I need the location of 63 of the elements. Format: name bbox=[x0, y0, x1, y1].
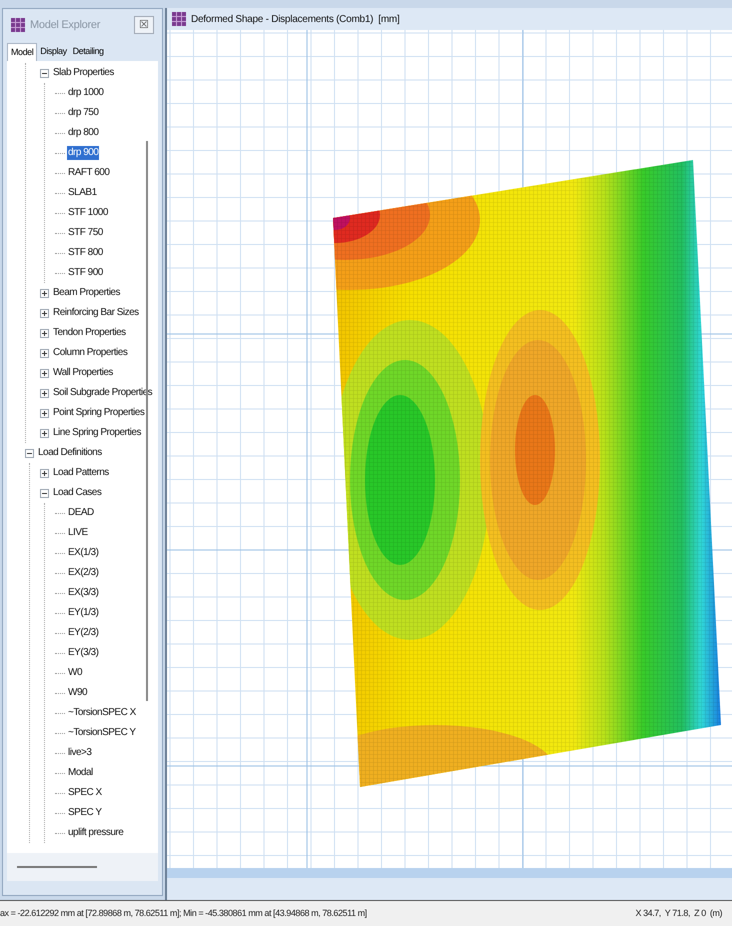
tree-item[interactable]: W0 bbox=[67, 666, 83, 680]
tree-item[interactable]: Beam Properties bbox=[52, 286, 121, 300]
tree-item[interactable]: SPEC Y bbox=[67, 806, 102, 820]
tree-item[interactable]: Wall Properties bbox=[52, 366, 114, 380]
tree-item[interactable]: ~TorsionSPEC X bbox=[67, 706, 137, 720]
view-title: Deformed Shape - Displacements (Comb1) [mm] bbox=[191, 12, 400, 26]
expand-toggle-icon[interactable] bbox=[40, 308, 49, 318]
app-icon bbox=[172, 12, 186, 26]
expand-toggle-icon[interactable] bbox=[40, 288, 49, 298]
expand-toggle-icon[interactable] bbox=[40, 328, 49, 338]
expand-toggle-icon[interactable] bbox=[40, 348, 49, 358]
tree-item[interactable]: EY(3/3) bbox=[67, 646, 100, 660]
app-icon bbox=[11, 18, 25, 32]
tree-item[interactable]: EX(2/3) bbox=[67, 566, 100, 580]
expand-toggle-icon[interactable] bbox=[40, 468, 49, 478]
tree-item[interactable]: SPEC X bbox=[67, 786, 103, 800]
tree-item[interactable]: Reinforcing Bar Sizes bbox=[52, 306, 140, 320]
collapse-toggle-icon[interactable] bbox=[40, 68, 49, 78]
tree-item[interactable]: Load Cases bbox=[52, 486, 102, 500]
collapse-toggle-icon[interactable] bbox=[25, 448, 34, 458]
tree-item[interactable]: EY(1/3) bbox=[67, 606, 100, 620]
expand-toggle-icon[interactable] bbox=[40, 408, 49, 418]
tree-item[interactable]: Tendon Properties bbox=[52, 326, 127, 340]
tree-item[interactable]: EX(1/3) bbox=[67, 546, 100, 560]
tree-item[interactable]: Slab Properties bbox=[52, 66, 115, 80]
tree-item[interactable]: RAFT 600 bbox=[67, 166, 110, 180]
expand-toggle-icon[interactable] bbox=[40, 388, 49, 398]
panel-tab[interactable]: Detailing bbox=[70, 43, 107, 61]
status-text: ax = -22.612292 mm at [72.89868 m, 78.62511 m]; Min = -45.380861 mm at [43.94868 m, 78.62511 m] bbox=[0, 906, 367, 920]
panel-tab[interactable]: Display bbox=[37, 43, 70, 61]
tree-item[interactable]: drp 800 bbox=[67, 126, 100, 140]
tree-item[interactable]: STF 800 bbox=[67, 246, 104, 260]
tree-item[interactable]: Soil Subgrade Properties bbox=[52, 386, 154, 400]
expand-toggle-icon[interactable] bbox=[40, 428, 49, 438]
tree-item[interactable]: EX(3/3) bbox=[67, 586, 100, 600]
tree-item[interactable]: drp 750 bbox=[67, 106, 100, 120]
tree-item[interactable]: STF 900 bbox=[67, 266, 104, 280]
expand-toggle-icon[interactable] bbox=[40, 368, 49, 378]
panel-tab[interactable]: Model bbox=[7, 43, 38, 61]
vertical-scrollbar[interactable] bbox=[146, 141, 148, 701]
tree-item[interactable]: STF 1000 bbox=[67, 206, 109, 220]
close-button[interactable]: ☒ bbox=[134, 16, 154, 34]
tree-item[interactable]: DEAD bbox=[67, 506, 95, 520]
tree-item[interactable]: uplift pressure bbox=[67, 826, 124, 840]
horizontal-scrollbar[interactable] bbox=[17, 866, 97, 868]
tree-item[interactable]: LIVE bbox=[67, 526, 89, 540]
panel-title: Model Explorer bbox=[30, 18, 102, 33]
tree-item[interactable]: EY(2/3) bbox=[67, 626, 100, 640]
tree-item[interactable]: Load Definitions bbox=[37, 446, 103, 460]
tree-item[interactable]: Line Spring Properties bbox=[52, 426, 142, 440]
coordinates-text: X 34.7, Y 71.8, Z 0 (m) bbox=[635, 906, 722, 920]
tree-item[interactable]: drp 900 bbox=[67, 146, 100, 160]
tree-item[interactable]: Load Patterns bbox=[52, 466, 110, 480]
tree-item[interactable]: live>3 bbox=[67, 746, 92, 760]
tree-item[interactable]: Column Properties bbox=[52, 346, 128, 360]
tree-item[interactable]: SLAB1 bbox=[67, 186, 98, 200]
tree-item[interactable]: ~TorsionSPEC Y bbox=[67, 726, 137, 740]
tree-item[interactable]: STF 750 bbox=[67, 226, 104, 240]
tree-item[interactable]: Point Spring Properties bbox=[52, 406, 146, 420]
tree-item[interactable]: W90 bbox=[67, 686, 88, 700]
collapse-toggle-icon[interactable] bbox=[40, 488, 49, 498]
tree-item[interactable]: Modal bbox=[67, 766, 94, 780]
tree-item[interactable]: drp 1000 bbox=[67, 86, 104, 100]
